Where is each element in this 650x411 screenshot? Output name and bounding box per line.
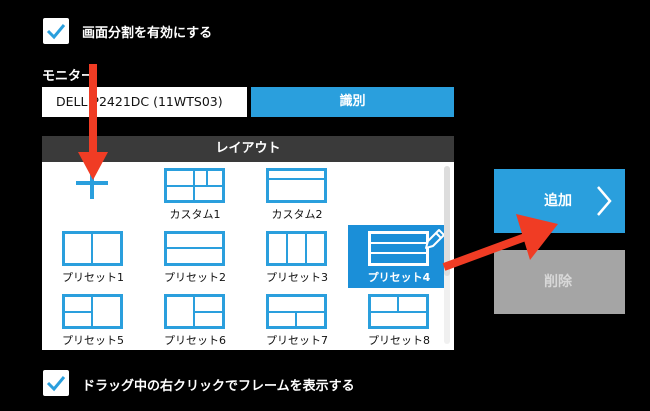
- layout-thumbnail: [368, 294, 429, 329]
- layout-item-preset3[interactable]: プリセット3: [246, 225, 348, 288]
- delete-button[interactable]: 削除: [494, 250, 625, 314]
- layout-item-preset1[interactable]: プリセット1: [42, 225, 144, 288]
- monitor-label: モニター: [42, 69, 95, 84]
- monitor-select[interactable]: DELL P2421DC (11WTS03): [42, 87, 247, 117]
- drag-frame-checkbox[interactable]: [43, 370, 69, 396]
- layout-thumbnail: [266, 294, 327, 329]
- layout-thumbnail: [164, 168, 225, 203]
- layout-item-preset8[interactable]: プリセット8: [348, 288, 450, 350]
- layout-item-label: カスタム1: [169, 208, 221, 221]
- layout-item-preset4[interactable]: プリセット4: [348, 225, 450, 288]
- split-screen-checkbox[interactable]: [43, 18, 69, 44]
- layout-thumbnail: [164, 231, 225, 266]
- add-layout-item[interactable]: [42, 162, 144, 225]
- delete-button-label: 削除: [544, 274, 572, 290]
- layout-grid: カスタム1 カスタム2 プリセット1 プリセット2 プリセット3 プリセット4 …: [42, 162, 450, 350]
- layout-item-custom2[interactable]: カスタム2: [246, 162, 348, 225]
- layout-item-label: プリセット2: [164, 271, 226, 284]
- layout-panel: レイアウト カスタム1 カスタム2 プリセット1 プリセット2 プリセット3 プ…: [42, 136, 454, 350]
- layout-item-label: カスタム2: [271, 208, 323, 221]
- layout-item-label: プリセット5: [62, 334, 124, 347]
- split-screen-label: 画面分割を有効にする: [82, 26, 213, 41]
- chevron-right-icon: [597, 186, 612, 216]
- layout-thumbnail: [266, 168, 327, 203]
- layout-item-preset2[interactable]: プリセット2: [144, 225, 246, 288]
- layout-item-label: プリセット7: [266, 334, 328, 347]
- add-button[interactable]: 追加: [494, 169, 625, 233]
- layout-item-preset6[interactable]: プリセット6: [144, 288, 246, 350]
- checkmark-icon: [46, 24, 66, 40]
- layout-item-preset7[interactable]: プリセット7: [246, 288, 348, 350]
- checkmark-icon: [46, 376, 66, 392]
- drag-frame-label: ドラッグ中の右クリックでフレームを表示する: [82, 379, 355, 394]
- edit-pencil-icon[interactable]: [420, 227, 446, 253]
- layout-item-preset5[interactable]: プリセット5: [42, 288, 144, 350]
- layout-thumbnail: [164, 294, 225, 329]
- add-button-label: 追加: [544, 193, 572, 209]
- layout-thumbnail: [266, 231, 327, 266]
- layout-item-label: プリセット8: [368, 334, 430, 347]
- layout-item-label: プリセット3: [266, 271, 328, 284]
- layout-item-label: プリセット6: [164, 334, 226, 347]
- layout-thumbnail: [62, 294, 123, 329]
- layout-scrollbar[interactable]: [444, 166, 450, 344]
- layout-thumbnail: [62, 231, 123, 266]
- scrollbar-thumb[interactable]: [444, 166, 450, 276]
- identify-button[interactable]: 識別: [251, 87, 454, 117]
- layout-header: レイアウト: [42, 136, 454, 162]
- layout-item-label: プリセット4: [367, 271, 431, 284]
- layout-item-custom1[interactable]: カスタム1: [144, 162, 246, 225]
- layout-item-label: プリセット1: [62, 271, 124, 284]
